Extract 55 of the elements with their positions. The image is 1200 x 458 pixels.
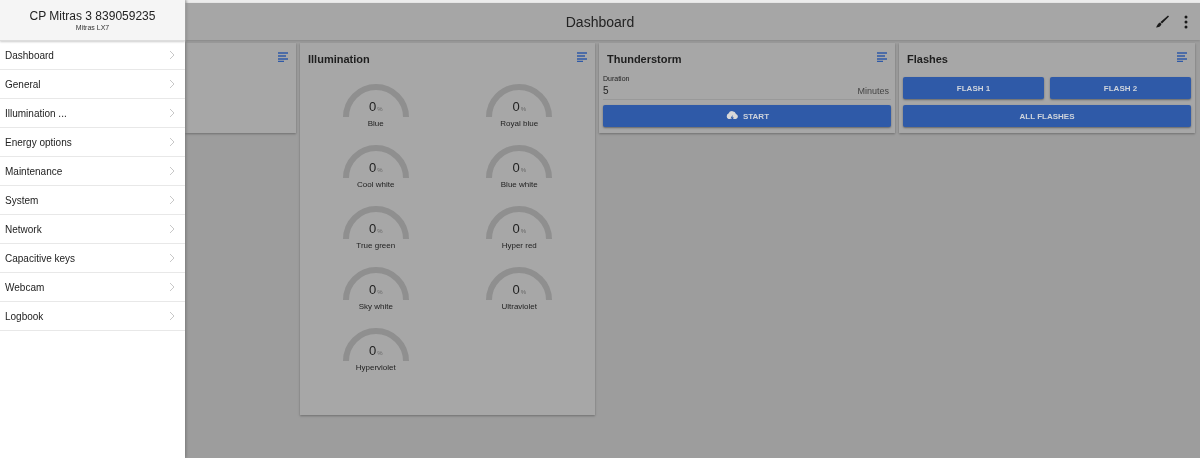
menu-icon[interactable] bbox=[1177, 52, 1187, 62]
menu-item[interactable]: Illumination ... bbox=[0, 99, 185, 128]
gauge-value: 0 bbox=[512, 282, 520, 297]
page-title: Dashboard bbox=[565, 13, 635, 30]
chevron-right-icon bbox=[169, 50, 175, 60]
card-title: Illumination bbox=[308, 53, 370, 65]
chevron-right-icon bbox=[169, 311, 175, 321]
card-title: Flashes bbox=[907, 53, 948, 65]
card-title: Thunderstorm bbox=[607, 53, 682, 65]
menu-icon[interactable] bbox=[877, 52, 887, 62]
channel-name: Sky white bbox=[358, 302, 393, 311]
chevron-right-icon bbox=[169, 79, 175, 89]
channel-name: Blue bbox=[367, 119, 384, 128]
brush-icon[interactable] bbox=[1154, 13, 1170, 30]
start-button[interactable]: START bbox=[603, 105, 891, 127]
flash-button[interactable]: FLASH 1 bbox=[903, 77, 1044, 99]
cloud-lightning-icon bbox=[724, 110, 739, 122]
menu-item[interactable]: Logbook bbox=[0, 302, 185, 331]
menu-item[interactable]: Dashboard bbox=[0, 41, 185, 70]
gauge-value: 0 bbox=[512, 99, 520, 114]
channel-name: Hyper red bbox=[501, 241, 537, 250]
chevron-right-icon bbox=[169, 166, 175, 176]
gauge-value: 0 bbox=[368, 99, 377, 114]
channel-name: Cool white bbox=[357, 180, 395, 189]
menu-item[interactable]: General bbox=[0, 70, 185, 99]
chevron-right-icon bbox=[169, 282, 175, 292]
chevron-right-icon bbox=[169, 137, 175, 147]
duration-field[interactable]: 5 Minutes bbox=[603, 82, 891, 100]
gauge-value: 0 bbox=[368, 160, 377, 175]
chevron-right-icon bbox=[169, 108, 175, 118]
menu-item[interactable]: Webcam bbox=[0, 273, 185, 302]
channel-name: Royal blue bbox=[500, 119, 539, 128]
gauge-value: 0 bbox=[368, 343, 377, 358]
menu-item[interactable]: System bbox=[0, 186, 185, 215]
flash-button[interactable]: FLASH 2 bbox=[1050, 77, 1191, 99]
chevron-right-icon bbox=[169, 253, 175, 263]
menu-icon[interactable] bbox=[577, 52, 587, 62]
chevron-right-icon bbox=[169, 195, 175, 205]
gauge-value: 0 bbox=[512, 221, 520, 236]
gauge-value: 0 bbox=[512, 160, 520, 175]
gauge-value: 0 bbox=[368, 221, 377, 236]
menu-item[interactable]: Energy options bbox=[0, 128, 185, 157]
menu-icon[interactable] bbox=[278, 52, 288, 62]
menu-item[interactable]: Network bbox=[0, 215, 185, 244]
channel-name: True green bbox=[356, 241, 396, 250]
device-title: CP Mitras 3 839059235 bbox=[29, 9, 156, 23]
channel-name: Blue white bbox=[500, 180, 538, 189]
gauge-value: 0 bbox=[368, 282, 377, 297]
channel-name: Ultraviolet bbox=[501, 302, 538, 311]
menu-item[interactable]: Capacitive keys bbox=[0, 244, 185, 273]
chevron-right-icon bbox=[169, 224, 175, 234]
menu-item[interactable]: Maintenance bbox=[0, 157, 185, 186]
flash-button[interactable]: ALL FLASHES bbox=[903, 105, 1191, 127]
more-menu-icon[interactable] bbox=[1184, 14, 1188, 29]
channel-name: Hyperviolet bbox=[355, 363, 396, 372]
